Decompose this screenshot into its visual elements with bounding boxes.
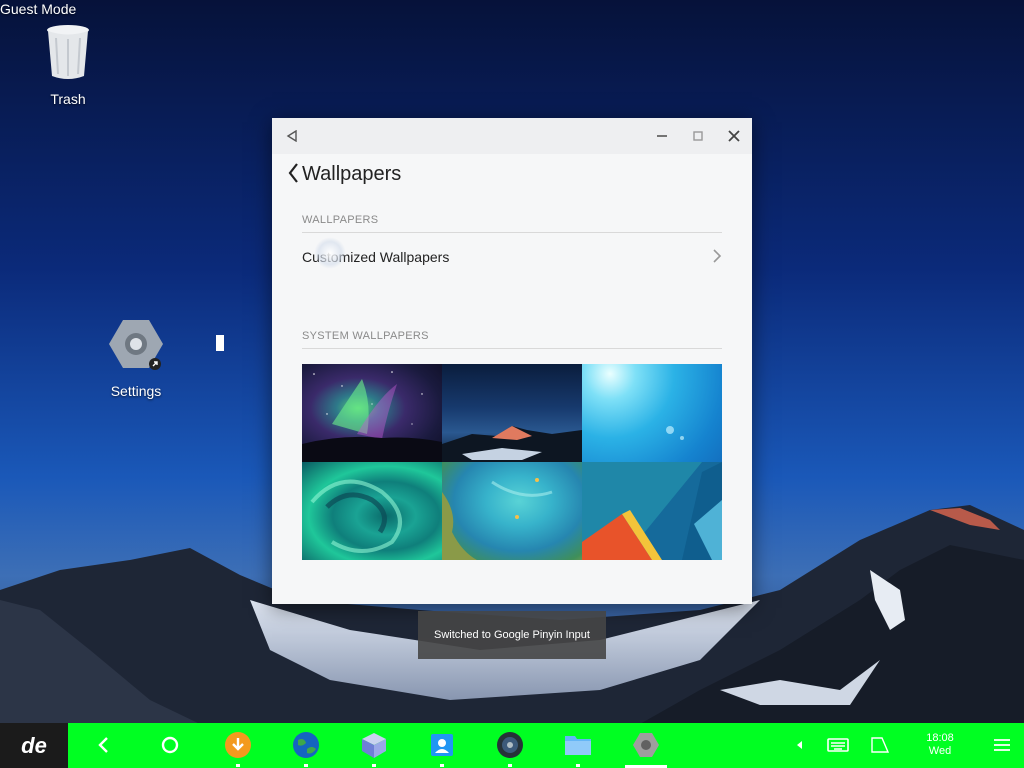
customized-wallpapers-item[interactable]: Customized Wallpapers: [302, 240, 722, 272]
running-indicator: [236, 764, 240, 767]
desktop-icon-trash[interactable]: Trash: [23, 24, 113, 107]
start-logo: de: [21, 732, 47, 758]
running-indicator: [576, 764, 580, 767]
music-player-icon[interactable]: [496, 731, 524, 759]
window-titlebar[interactable]: [272, 118, 752, 154]
chevron-right-icon: [713, 249, 722, 263]
divider: [302, 348, 722, 349]
section-header-system-wallpapers: SYSTEM WALLPAPERS: [302, 330, 429, 342]
file-manager-icon[interactable]: [564, 731, 592, 759]
guest-mode-label: Guest Mode: [0, 1, 77, 17]
taskbar: de 18:08 Wed: [0, 723, 1024, 768]
trash-icon: [47, 25, 89, 79]
wallpaper-thumb-sky[interactable]: [582, 364, 722, 462]
home-circle-icon[interactable]: [156, 731, 184, 759]
wallpaper-thumb-mountain[interactable]: [442, 364, 582, 462]
cube-app-icon[interactable]: [360, 731, 388, 759]
settings-label: Settings: [110, 383, 162, 399]
minimize-icon[interactable]: [652, 126, 672, 146]
back-chevron-icon[interactable]: [286, 161, 302, 185]
running-indicator: [304, 764, 308, 767]
browser-globe-icon[interactable]: [292, 731, 320, 759]
back-arrow-icon[interactable]: [90, 731, 118, 759]
settings-gear-taskbar-icon[interactable]: [632, 731, 660, 759]
wallpaper-thumb-geometric[interactable]: [582, 462, 722, 560]
running-indicator: [372, 764, 376, 767]
text-cursor: [216, 335, 224, 351]
back-triangle-icon[interactable]: [282, 126, 302, 146]
wallpaper-thumb-aurora[interactable]: [302, 364, 442, 462]
trash-label: Trash: [50, 91, 86, 107]
contacts-icon[interactable]: [428, 731, 456, 759]
running-indicator: [508, 764, 512, 767]
wallpaper-thumb-ocean[interactable]: [442, 462, 582, 560]
page-title: Wallpapers: [302, 163, 402, 185]
clock-time: 18:08: [926, 732, 954, 744]
section-header-wallpapers: WALLPAPERS: [302, 214, 379, 226]
download-icon[interactable]: [224, 731, 252, 759]
start-menu-button[interactable]: de: [0, 723, 68, 768]
keyboard-icon[interactable]: [824, 731, 852, 759]
desktop-icon-settings[interactable]: Settings: [91, 318, 181, 399]
clock[interactable]: 18:08 Wed: [918, 732, 962, 758]
wallpapers-window: Wallpapers WALLPAPERS Customized Wallpap…: [272, 118, 752, 604]
tray-expand-arrow-icon[interactable]: [786, 731, 814, 759]
running-indicator: [440, 764, 444, 767]
maximize-icon[interactable]: [688, 126, 708, 146]
wallpaper-thumb-wave[interactable]: [302, 462, 442, 560]
touch-ripple: [314, 237, 346, 269]
signal-icon[interactable]: [866, 731, 894, 759]
wallpaper-grid: [302, 364, 722, 560]
settings-gear-icon: [109, 320, 163, 370]
clock-day: Wed: [928, 745, 952, 757]
close-icon[interactable]: [724, 126, 744, 146]
toast-notification: Switched to Google Pinyin Input: [418, 611, 606, 659]
divider: [302, 232, 722, 233]
notification-menu-icon[interactable]: [988, 731, 1016, 759]
